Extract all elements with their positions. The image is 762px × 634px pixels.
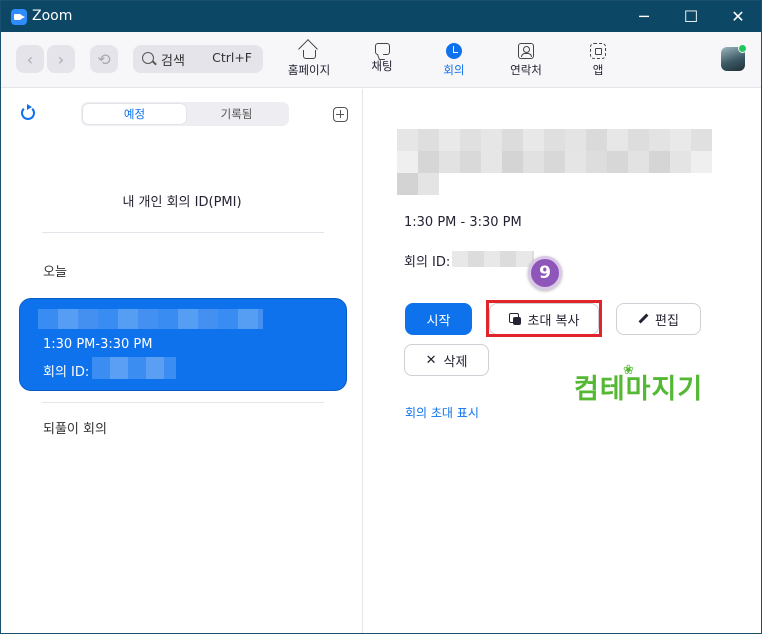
meetings-list-panel: 예정 기록됨 내 개인 회의 ID(PMI) 오늘 1:30 PM-3:30 P… [1,89,363,633]
show-invitation-link[interactable]: 회의 초대 표시 [405,404,479,421]
online-status-icon [738,44,747,53]
meeting-title-redacted [397,129,712,195]
clock-icon [446,43,462,59]
tab-meetings-label: 회의 [443,63,465,77]
search-shortcut: Ctrl+F [212,50,252,65]
tab-recorded[interactable]: 기록됨 [185,104,288,124]
pmi-item[interactable]: 내 개인 회의 ID(PMI) [1,191,363,210]
tab-apps-label: 앱 [592,63,604,77]
meeting-id-label: 회의 ID: [404,255,451,270]
meeting-time: 1:30 PM - 3:30 PM [404,215,522,230]
meeting-id-redacted [452,251,534,267]
top-toolbar: ‹ › ⟲ 검색 Ctrl+F 홈페이지 채팅 회의 연락처 앱 [1,32,761,88]
watermark-text: 컴테마지기 [574,374,704,405]
meeting-card-selected[interactable]: 1:30 PM-3:30 PM 회의 ID: [19,298,347,391]
today-heading: 오늘 [43,265,67,280]
edit-meeting-label: 편집 [655,313,679,329]
delete-meeting-button[interactable]: ✕ 삭제 [404,344,489,376]
divider [42,402,324,403]
tab-home-label: 홈페이지 [287,63,331,77]
divider [42,232,324,233]
close-icon: ✕ [425,352,437,368]
forward-button[interactable]: › [47,45,75,73]
search-box[interactable]: 검색 Ctrl+F [133,45,263,73]
chat-icon [374,43,390,55]
search-icon [142,52,154,64]
tab-chat[interactable]: 채팅 [354,40,410,80]
contacts-icon [518,43,534,59]
tab-meetings[interactable]: 회의 [426,40,482,80]
maximize-button[interactable]: ☐ [668,1,714,32]
edit-meeting-button[interactable]: 편집 [616,303,701,335]
meeting-detail-panel: 1:30 PM - 3:30 PM 회의 ID: 시작 초대 복사 편집 ✕ 삭… [364,89,761,633]
start-meeting-button[interactable]: 시작 [405,303,472,335]
tab-contacts[interactable]: 연락처 [498,40,554,80]
zoom-logo-icon [11,9,27,25]
meeting-card-id-label: 회의 ID: [43,365,90,380]
close-button[interactable]: ✕ [715,1,761,32]
title-bar: Zoom ─ ☐ ✕ [1,1,761,32]
start-meeting-label: 시작 [426,313,451,329]
step-number-badge: 9 [528,256,562,290]
recurring-meetings-heading[interactable]: 되풀이 회의 [43,418,107,437]
highlight-box [486,300,602,337]
history-button[interactable]: ⟲ [90,45,118,73]
meetings-segment-control: 예정 기록됨 [81,102,289,126]
search-label: 검색 [161,54,185,69]
apps-icon [590,43,606,59]
tab-apps[interactable]: 앱 [570,40,626,80]
home-icon [302,50,316,59]
delete-meeting-label: 삭제 [443,354,468,370]
minimize-button[interactable]: ─ [621,1,667,32]
window-title: Zoom [32,8,73,24]
meeting-title-redacted [38,309,263,329]
refresh-icon[interactable] [21,104,35,120]
add-meeting-icon[interactable] [333,107,348,122]
pencil-icon [638,314,648,324]
meeting-card-time: 1:30 PM-3:30 PM [43,337,153,352]
tab-chat-label: 채팅 [371,59,393,73]
tab-home[interactable]: 홈페이지 [281,40,337,80]
tab-contacts-label: 연락처 [510,63,542,77]
zoom-window: Zoom ─ ☐ ✕ ‹ › ⟲ 검색 Ctrl+F 홈페이지 채팅 회의 연락… [0,0,762,634]
tab-upcoming[interactable]: 예정 [83,104,186,124]
flower-icon: ❀ [623,363,634,378]
meeting-id-redacted [92,357,176,379]
back-button[interactable]: ‹ [16,45,44,73]
